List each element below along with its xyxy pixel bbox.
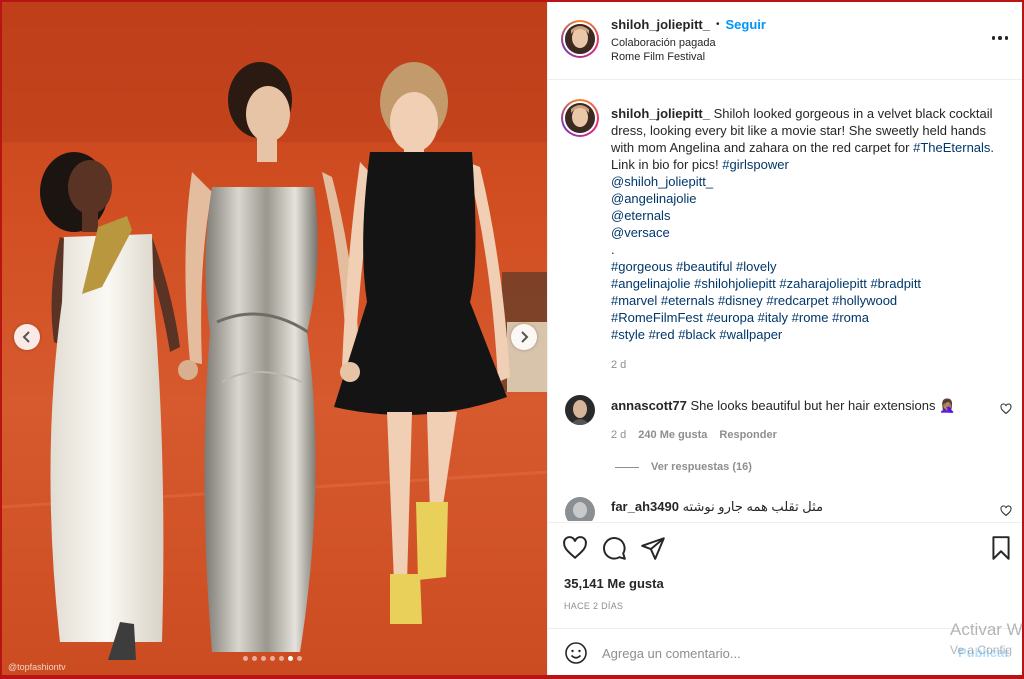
likes-count[interactable]: 35,141 Me gusta bbox=[564, 576, 664, 591]
avatar-image bbox=[565, 103, 595, 133]
commenter-avatar[interactable] bbox=[565, 497, 595, 521]
reply-button[interactable]: Responder bbox=[719, 429, 776, 441]
chevron-right-icon bbox=[521, 331, 529, 343]
comment-username[interactable]: far_ah3490 bbox=[611, 499, 679, 514]
story-ring[interactable] bbox=[561, 20, 599, 58]
post-timestamp[interactable]: HACE 2 DÍAS bbox=[564, 601, 623, 611]
mention-link[interactable]: @eternals bbox=[611, 207, 1009, 224]
comment-like-heart-icon[interactable] bbox=[1000, 403, 1012, 415]
comment-likes[interactable]: 240 Me gusta bbox=[638, 429, 707, 441]
comment-bubble-icon[interactable] bbox=[601, 535, 627, 561]
hashtag-line[interactable]: #marvel #eternals #disney #redcarpet #ho… bbox=[611, 292, 1009, 309]
emoji-icon[interactable] bbox=[564, 641, 588, 665]
hashtag-line[interactable]: #angelinajolie #shilohjoliepitt #zaharaj… bbox=[611, 275, 1009, 292]
avatar-image bbox=[565, 497, 595, 521]
mention-link[interactable]: @angelinajolie bbox=[611, 190, 1009, 207]
header-separator: • bbox=[715, 19, 720, 30]
post-media[interactable]: @topfashiontv bbox=[2, 2, 547, 675]
comment-meta: 2 d 240 Me gusta Responder bbox=[611, 429, 777, 441]
comment-text: مثل تقلب همه جارو نوشته bbox=[682, 499, 824, 514]
carousel-dot bbox=[252, 656, 257, 661]
post-caption: shiloh_joliepitt_ Shiloh looked gorgeous… bbox=[611, 105, 1009, 343]
red-carpet-photo bbox=[2, 2, 547, 660]
commenter-avatar[interactable] bbox=[565, 395, 595, 425]
mention-link[interactable]: @shiloh_joliepitt_ bbox=[611, 173, 1009, 190]
post-actions: 35,141 Me gusta HACE 2 DÍAS bbox=[548, 522, 1022, 628]
comment-item: far_ah3490 مثل تقلب همه جارو نوشته bbox=[611, 499, 823, 515]
avatar-image bbox=[565, 24, 595, 54]
hashtag-line[interactable]: #style #red #black #wallpaper bbox=[611, 326, 1009, 343]
carousel-dot bbox=[279, 656, 284, 661]
comment-username[interactable]: annascott77 bbox=[611, 398, 687, 413]
hashtag-link[interactable]: #girlspower bbox=[722, 157, 788, 172]
carousel-dot bbox=[270, 656, 275, 661]
carousel-indicator bbox=[243, 656, 302, 661]
caption-username[interactable]: shiloh_joliepitt_ bbox=[611, 106, 710, 121]
post-side-panel: shiloh_joliepitt_ • Seguir Colaboración … bbox=[547, 2, 1022, 675]
carousel-dot bbox=[261, 656, 266, 661]
caption-age[interactable]: 2 d bbox=[611, 359, 626, 371]
avatar[interactable] bbox=[565, 24, 595, 54]
comments-list[interactable]: shiloh_joliepitt_ Shiloh looked gorgeous… bbox=[548, 81, 1022, 521]
windows-activation-watermark: Activar W bbox=[950, 620, 1023, 639]
mention-link[interactable]: @versace bbox=[611, 224, 1009, 241]
comment-item: annascott77 She looks beautiful but her … bbox=[611, 398, 955, 414]
carousel-dot bbox=[243, 656, 248, 661]
avatar-image bbox=[565, 395, 595, 425]
share-direct-icon[interactable] bbox=[640, 535, 666, 561]
comment-like-heart-icon[interactable] bbox=[1000, 505, 1012, 517]
view-replies-label: Ver respuestas (16) bbox=[651, 461, 752, 473]
carousel-dot bbox=[288, 656, 293, 661]
carousel-dot bbox=[297, 656, 302, 661]
caption-avatar[interactable] bbox=[565, 103, 595, 133]
carousel-prev-button[interactable] bbox=[14, 324, 40, 350]
post-header: shiloh_joliepitt_ • Seguir Colaboración … bbox=[548, 2, 1022, 80]
more-options-icon[interactable] bbox=[988, 30, 1012, 46]
caption-dot: . bbox=[611, 242, 615, 257]
carousel-next-button[interactable] bbox=[511, 324, 537, 350]
follow-button[interactable]: Seguir bbox=[725, 17, 765, 32]
hashtag-link[interactable]: #TheEternals bbox=[913, 140, 990, 155]
save-bookmark-icon[interactable] bbox=[988, 535, 1014, 561]
caption-story-ring[interactable] bbox=[561, 99, 599, 137]
comment-text: She looks beautiful but her hair extensi… bbox=[690, 398, 956, 413]
hashtag-line[interactable]: #RomeFilmFest #europa #italy #rome #roma bbox=[611, 309, 1009, 326]
like-heart-icon[interactable] bbox=[562, 535, 588, 561]
comment-age[interactable]: 2 d bbox=[611, 429, 626, 441]
post-dialog: @topfashiontv shiloh_joliepitt_ • Seguir bbox=[2, 2, 1022, 675]
hashtag-line[interactable]: #gorgeous #beautiful #lovely bbox=[611, 258, 1009, 275]
view-replies-button[interactable]: Ver respuestas (16) bbox=[615, 461, 752, 473]
post-location[interactable]: Rome Film Festival bbox=[611, 51, 705, 63]
paid-partnership-label[interactable]: Colaboración pagada bbox=[611, 37, 716, 49]
post-author-username[interactable]: shiloh_joliepitt_ bbox=[611, 17, 710, 32]
windows-activation-subtext: Ve a Config bbox=[950, 643, 1013, 657]
comment-input[interactable] bbox=[602, 640, 922, 666]
chevron-left-icon bbox=[22, 331, 30, 343]
photo-watermark: @topfashiontv bbox=[8, 662, 66, 672]
